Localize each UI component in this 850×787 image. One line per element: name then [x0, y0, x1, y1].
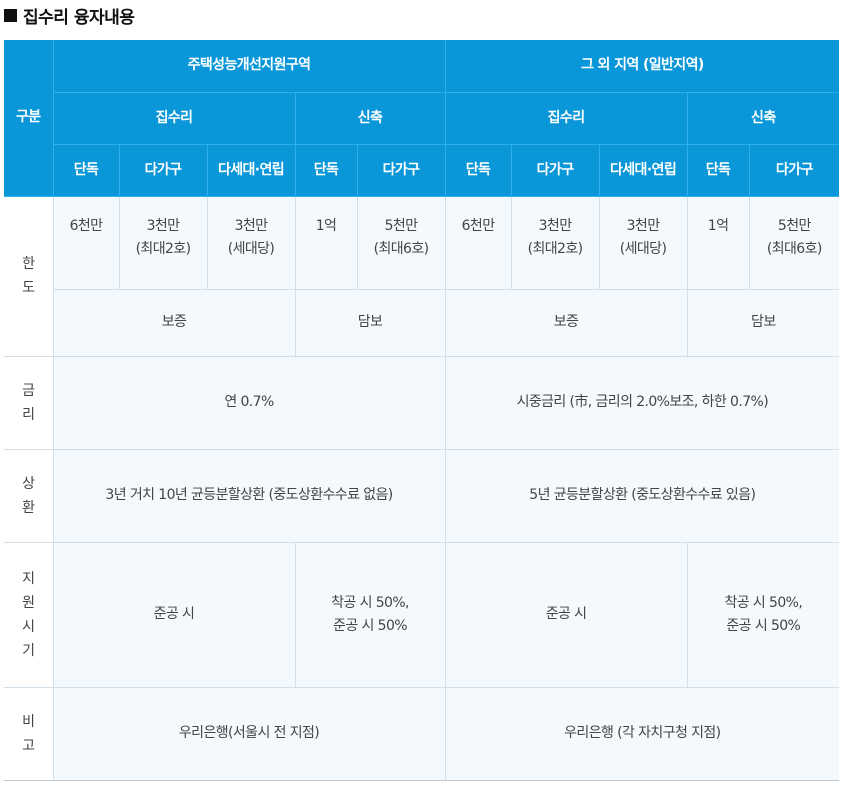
limit-multi-family: 3천만 (최대2호) — [118, 195, 208, 290]
limit-multi-unit: 3천만 (세대당) — [598, 195, 688, 290]
rate-zone-b: 시중금리 (市, 금리의 2.0%보조, 하한 0.7%) — [444, 355, 840, 450]
limit-guarantee: 보증 — [444, 288, 688, 357]
header-zone-a-repair: 집수리 — [52, 91, 296, 145]
loan-info-table: 구분 주택성능개선지원구역 그 외 지역 (일반지역) 집수리 신축 집수리 신… — [4, 40, 840, 781]
header-type-new-multi-family: 다가구 — [748, 143, 840, 197]
limit-new-multi-family: 5천만 (최대6호) — [748, 195, 840, 290]
repay-zone-a: 3년 거치 10년 균등분할상환 (중도상환수수료 없음) — [52, 448, 446, 543]
header-zone-a-new-build: 신축 — [294, 91, 446, 145]
note-zone-a: 우리은행(서울시 전 지점) — [52, 686, 446, 781]
limit-multi-family: 3천만 (최대2호) — [510, 195, 600, 290]
limit-multi-unit: 3천만 (세대당) — [206, 195, 296, 290]
note-zone-b: 우리은행 (각 자치구청 지점) — [444, 686, 840, 781]
header-zone-b-repair: 집수리 — [444, 91, 688, 145]
row-label-repay: 상환 — [4, 448, 54, 543]
header-zone-a: 주택성능개선지원구역 — [52, 40, 446, 93]
row-label-note: 비고 — [4, 686, 54, 781]
header-category: 구분 — [4, 40, 54, 197]
rate-zone-a: 연 0.7% — [52, 355, 446, 450]
limit-new-single: 1억 — [294, 195, 358, 290]
header-zone-b: 그 외 지역 (일반지역) — [444, 40, 840, 93]
header-type-single: 단독 — [52, 143, 120, 197]
header-type-multi-family: 다가구 — [118, 143, 208, 197]
limit-new-single: 1억 — [686, 195, 750, 290]
limit-collateral: 담보 — [294, 288, 446, 357]
repay-zone-b: 5년 균등분할상환 (중도상환수수료 있음) — [444, 448, 840, 543]
limit-single: 6천만 — [444, 195, 512, 290]
header-type-multi-unit: 다세대·연립 — [206, 143, 296, 197]
page-title-text: 집수리 융자내용 — [23, 7, 135, 28]
header-type-new-single: 단독 — [686, 143, 750, 197]
header-type-new-multi-family: 다가구 — [356, 143, 446, 197]
limit-single: 6천만 — [52, 195, 120, 290]
row-label-timing: 지원시기 — [4, 541, 54, 688]
row-label-rate: 금리 — [4, 355, 54, 450]
timing-repair: 준공 시 — [444, 541, 688, 688]
timing-repair: 준공 시 — [52, 541, 296, 688]
timing-new-build: 착공 시 50%, 준공 시 50% — [294, 541, 446, 688]
square-bullet-icon — [4, 8, 17, 22]
limit-guarantee: 보증 — [52, 288, 296, 357]
header-type-new-single: 단독 — [294, 143, 358, 197]
header-type-single: 단독 — [444, 143, 512, 197]
limit-new-multi-family: 5천만 (최대6호) — [356, 195, 446, 290]
limit-collateral: 담보 — [686, 288, 840, 357]
row-label-limit: 한도 — [4, 195, 54, 357]
header-zone-b-new-build: 신축 — [686, 91, 840, 145]
page-title: 집수리 융자내용 — [4, 3, 135, 28]
header-type-multi-family: 다가구 — [510, 143, 600, 197]
timing-new-build: 착공 시 50%, 준공 시 50% — [686, 541, 840, 688]
header-type-multi-unit: 다세대·연립 — [598, 143, 688, 197]
